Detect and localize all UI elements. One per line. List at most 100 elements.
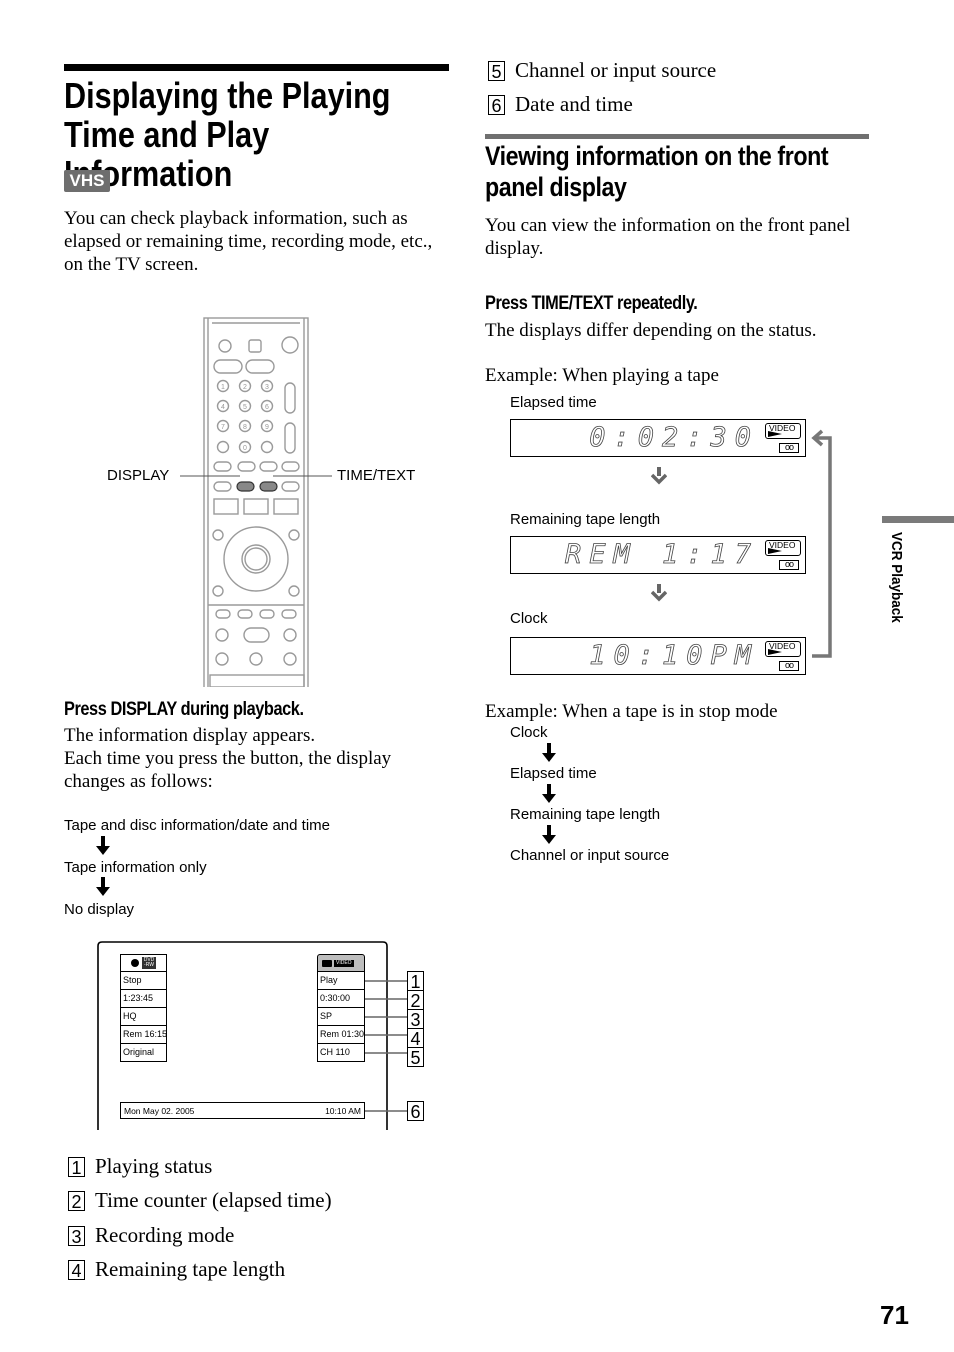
video-indicator: VIDEO: [765, 641, 801, 657]
time-text-button[interactable]: [259, 481, 278, 492]
play-icon: [768, 548, 782, 554]
intro-paragraph: You can check playback information, such…: [64, 208, 433, 275]
panel-label: Clock: [510, 610, 548, 627]
example-playing-label: Example: When playing a tape: [485, 365, 719, 386]
callout-6: 6: [407, 1101, 424, 1122]
display-button-label: DISPLAY: [107, 467, 170, 484]
disc-row: HQ: [120, 1008, 167, 1026]
remote-control-illustration: 1 2 3 4 5 6 7 8 9 0: [180, 317, 332, 687]
step2-body: The displays differ depending on the sta…: [485, 320, 817, 341]
legend-text: Date and time: [515, 92, 633, 116]
legend-item: 1 Playing status: [68, 1154, 212, 1179]
panel-readout: 0:02:30: [589, 422, 759, 453]
play-icon: [768, 431, 782, 437]
legend-text: Remaining tape length: [95, 1257, 286, 1281]
legend-number: 6: [488, 94, 505, 116]
callout-2: 2: [407, 990, 424, 1011]
svg-text:9: 9: [265, 424, 269, 431]
date-text: Mon May 02. 2005: [124, 1105, 195, 1116]
disc-icon: [130, 959, 139, 967]
callout-3: 3: [407, 1009, 424, 1030]
section-rule: [485, 134, 869, 139]
flow-item: Tape information only: [64, 859, 207, 876]
time-text: 10:10 AM: [325, 1105, 361, 1116]
legend-item: 4 Remaining tape length: [68, 1257, 285, 1282]
tape-row: 0:30:00: [317, 990, 365, 1008]
flow-item: Tape and disc information/date and time: [64, 817, 330, 834]
front-panel-display: 10:10PM VIDEO oo: [510, 637, 806, 675]
arrow-down-icon: [96, 877, 110, 896]
disc-row: Rem 16:15: [120, 1026, 167, 1044]
vhs-badge: VHS: [64, 170, 110, 192]
side-tab-bar: [882, 516, 954, 523]
legend-item: 5 Channel or input source: [488, 58, 716, 83]
svg-text:3: 3: [265, 384, 269, 391]
tape-row: Rem 01:30: [317, 1026, 365, 1044]
panel-readout: 10:10PM: [589, 640, 759, 671]
legend-number: 5: [488, 60, 505, 82]
panel-readout: REM 1:17: [564, 539, 759, 570]
arrow-down-icon: [651, 467, 667, 485]
panel-label: Elapsed time: [510, 394, 597, 411]
legend-number: 4: [68, 1259, 85, 1281]
cassette-icon: oo: [779, 560, 799, 570]
arrow-down-icon: [542, 784, 556, 803]
eject-button: [218, 339, 232, 353]
legend-number: 1: [68, 1156, 85, 1178]
page-number: 71: [880, 1300, 909, 1330]
stop-flow-item: Remaining tape length: [510, 806, 661, 823]
title-rule: [64, 64, 449, 71]
legend-item: 6 Date and time: [488, 92, 633, 117]
side-tab-label: VCR Playback: [888, 532, 905, 623]
time-text-button-label: TIME/TEXT: [337, 467, 416, 484]
example-stop-label: Example: When a tape is in stop mode: [485, 701, 778, 722]
svg-text:4: 4: [221, 404, 225, 411]
legend-number: 3: [68, 1225, 85, 1247]
power-button: [281, 336, 299, 354]
cassette-icon: oo: [779, 661, 799, 671]
callout-5: 5: [407, 1047, 424, 1068]
disc-row: 1:23:45: [120, 990, 167, 1008]
legend-text: Recording mode: [95, 1223, 235, 1247]
legend-text: Time counter (elapsed time): [95, 1188, 332, 1212]
stop-flow-item: Channel or input source: [510, 847, 670, 864]
arrow-down-icon: [651, 584, 667, 602]
tv-screen-diagram: DVD -RW Stop 1:23:45 HQ Rem 16:15 Origin…: [95, 940, 435, 1130]
front-panel-display: REM 1:17 VIDEO oo: [510, 536, 806, 574]
front-panel-display: 0:02:30 VIDEO oo: [510, 419, 806, 457]
disc-info-column: DVD -RW Stop 1:23:45 HQ Rem 16:15 Origin…: [120, 954, 167, 1062]
panel-label: Remaining tape length: [510, 511, 661, 528]
loop-back-arrow-icon: [811, 429, 832, 658]
tape-row: SP: [317, 1008, 365, 1026]
svg-text:8: 8: [243, 424, 247, 431]
cassette-icon: [322, 959, 332, 967]
tape-icon-cell: VIDEO: [317, 954, 365, 972]
callout-1: 1: [407, 971, 424, 992]
step1-body-line2: Each time you press the button, the disp…: [64, 748, 392, 792]
stop-flow-item: Clock: [510, 724, 548, 741]
section-intro: You can view the information on the fron…: [485, 215, 851, 259]
date-time-bar: Mon May 02. 2005 10:10 AM: [120, 1102, 365, 1119]
step1-body-line1: The information display appears.: [64, 725, 316, 746]
legend-item: 3 Recording mode: [68, 1223, 234, 1248]
step2-heading: Press TIME/TEXT repeatedly.: [485, 293, 698, 314]
dvd-rw-badge: DVD -RW: [141, 957, 157, 969]
legend-number: 2: [68, 1190, 85, 1212]
cassette-icon: oo: [779, 443, 799, 453]
tape-info-column: VIDEO Play 0:30:00 SP Rem 01:30 CH 110: [317, 954, 365, 1062]
svg-text:2: 2: [243, 384, 247, 391]
legend-text: Playing status: [95, 1154, 213, 1178]
tape-row: CH 110: [317, 1044, 365, 1062]
video-indicator: VIDEO: [765, 423, 801, 439]
disc-row: Original: [120, 1044, 167, 1062]
page-title: Displaying the Playing Time and Play Inf…: [64, 75, 391, 194]
section-title: Viewing information on the front panel d…: [485, 141, 829, 202]
svg-text:7: 7: [221, 424, 225, 431]
stop-flow-item: Elapsed time: [510, 765, 597, 782]
display-button[interactable]: [236, 481, 255, 492]
legend-text: Channel or input source: [515, 58, 717, 82]
disc-icon-cell: DVD -RW: [120, 954, 167, 972]
callout-4: 4: [407, 1028, 424, 1049]
svg-text:6: 6: [265, 404, 269, 411]
flow-item: No display: [64, 901, 135, 918]
